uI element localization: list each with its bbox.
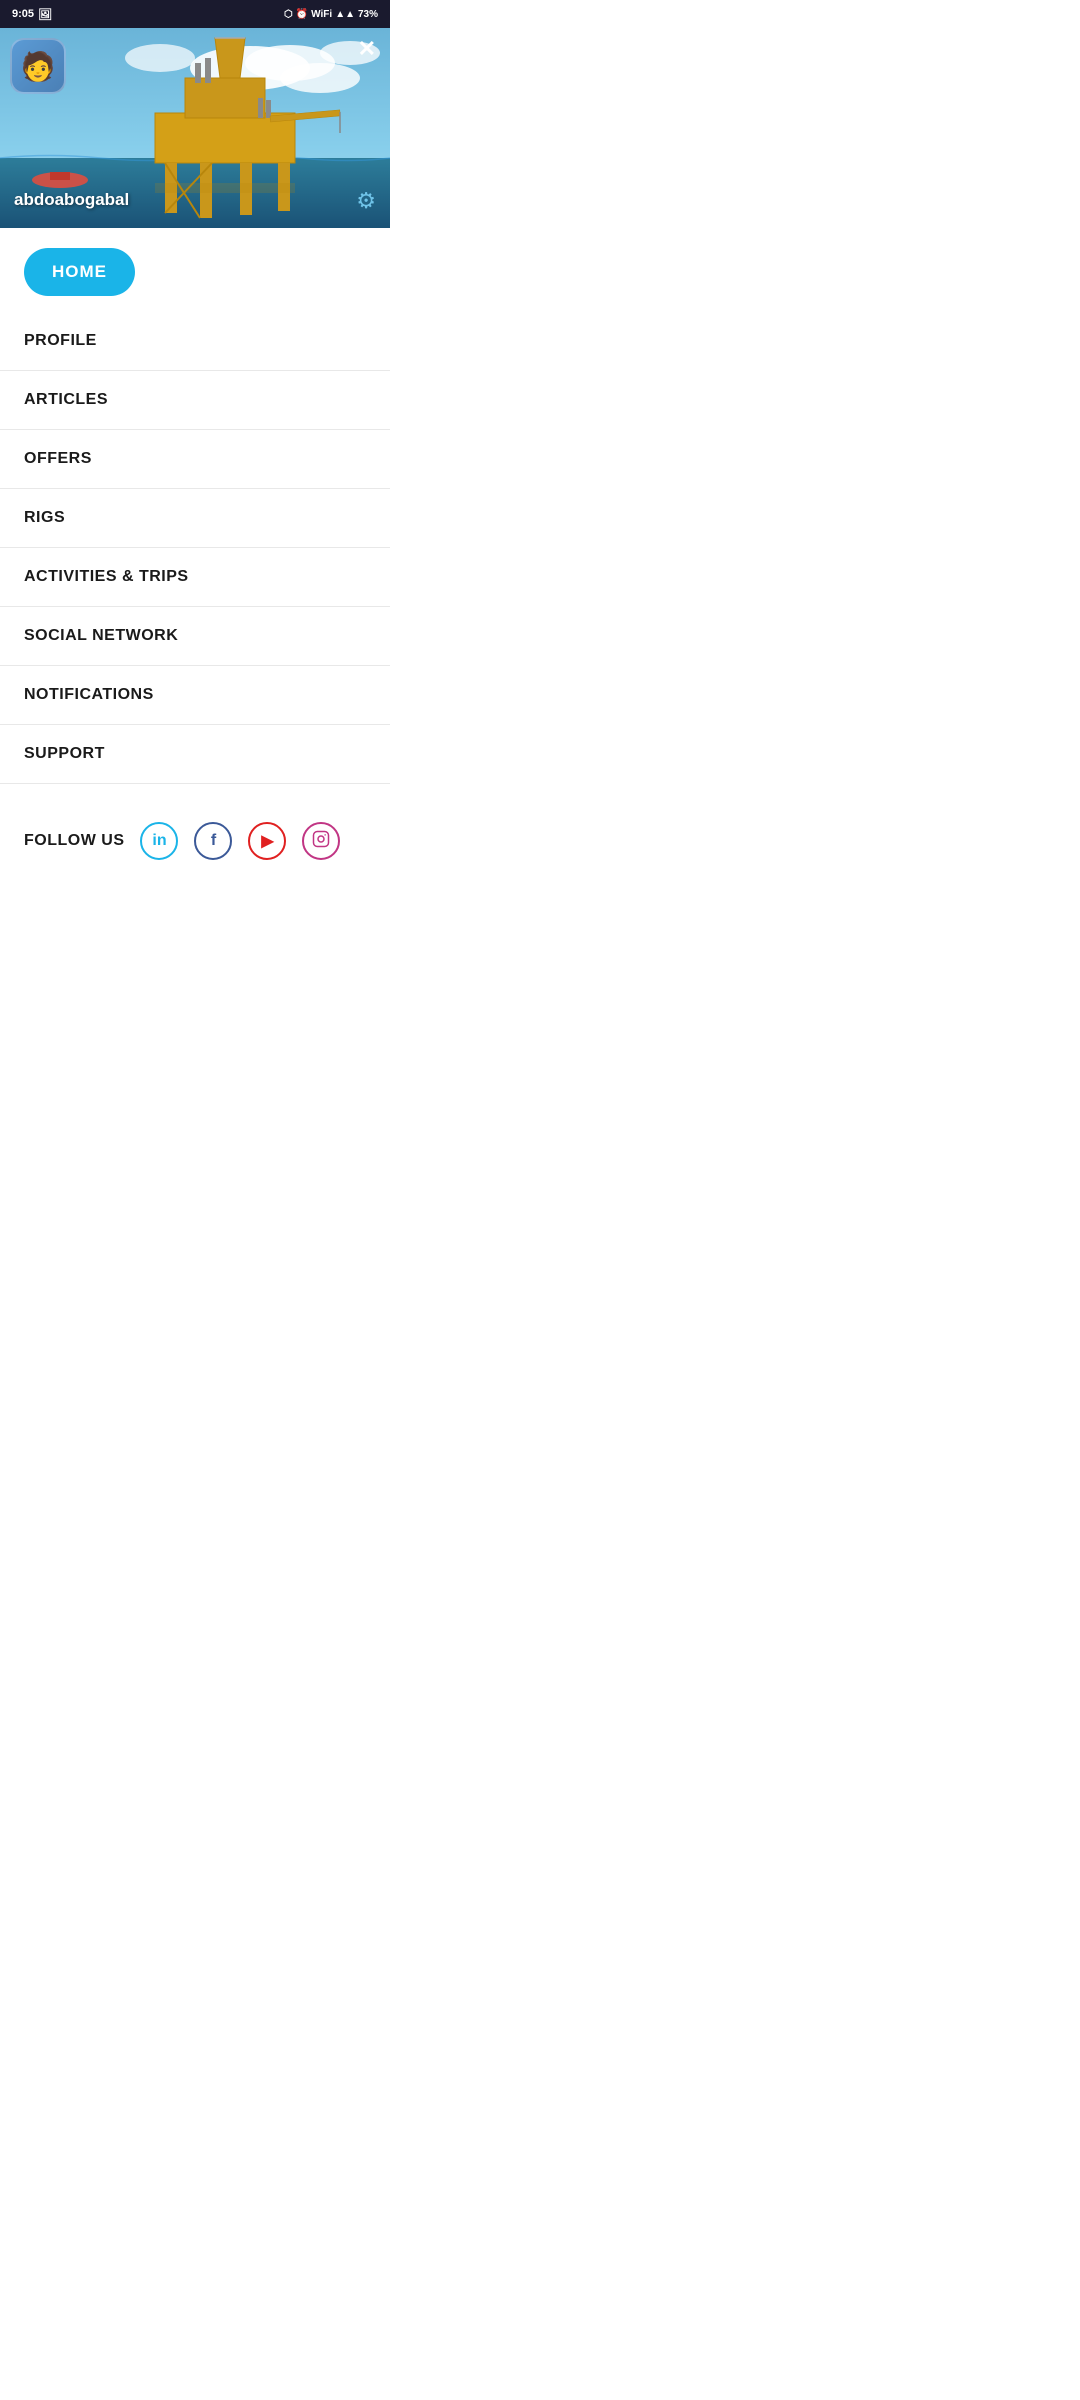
status-time-area: 9:05 🖼 [12, 8, 52, 21]
menu-item-activities[interactable]: ACTIVITIES & TRIPS [0, 548, 390, 607]
menu-item-articles[interactable]: ARTICLES [0, 371, 390, 430]
close-button[interactable]: ✕ [358, 38, 376, 60]
settings-button[interactable]: ⚙ [356, 188, 376, 214]
instagram-button[interactable] [302, 822, 340, 860]
facebook-icon: f [211, 832, 216, 850]
username-label: abdoabogabal [14, 190, 129, 210]
avatar-icon: 🧑 [21, 50, 56, 83]
linkedin-button[interactable]: in [140, 822, 178, 860]
youtube-button[interactable]: ▶ [248, 822, 286, 860]
instagram-icon [312, 830, 330, 853]
menu-item-social-network[interactable]: SOCIAL NETWORK [0, 607, 390, 666]
menu-item-offers[interactable]: OFFERS [0, 430, 390, 489]
menu-item-profile[interactable]: PROFILE [0, 312, 390, 371]
signal-icon: ▲▲ [335, 9, 355, 20]
image-icon: 🖼 [38, 8, 52, 21]
user-avatar[interactable]: 🧑 [10, 38, 66, 94]
menu-item-support[interactable]: SUPPORT [0, 725, 390, 784]
time-display: 9:05 [12, 8, 34, 20]
battery-display: 73% [358, 9, 378, 20]
status-bar: 9:05 🖼 ⬡ ⏰ WiFi ▲▲ 73% [0, 0, 390, 28]
facebook-button[interactable]: f [194, 822, 232, 860]
status-icons-area: ⬡ ⏰ WiFi ▲▲ 73% [284, 9, 378, 20]
linkedin-icon: in [152, 832, 166, 850]
alarm-icon: ⏰ [296, 9, 308, 20]
home-button[interactable]: HOME [24, 248, 135, 296]
wifi-icon: WiFi [311, 9, 332, 20]
follow-us-section: FOLLOW US in f ▶ [0, 794, 390, 884]
menu-container: HOME PROFILE ARTICLES OFFERS RIGS ACTIVI… [0, 228, 390, 794]
sim-icon: ⬡ [284, 9, 293, 20]
hero-banner: 🧑 abdoabogabal ✕ ⚙ [0, 28, 390, 228]
menu-item-rigs[interactable]: RIGS [0, 489, 390, 548]
follow-label: FOLLOW US [24, 832, 124, 850]
youtube-icon: ▶ [261, 831, 273, 851]
menu-item-notifications[interactable]: NOTIFICATIONS [0, 666, 390, 725]
